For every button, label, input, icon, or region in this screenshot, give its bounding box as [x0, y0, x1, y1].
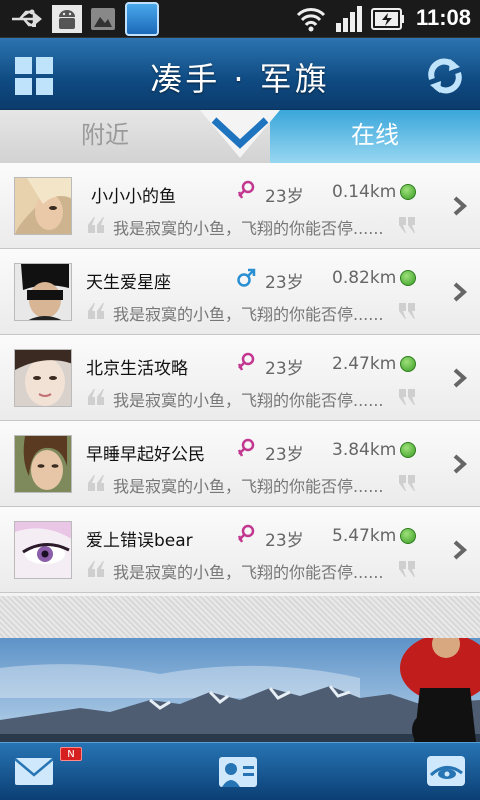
gallery-icon — [91, 8, 115, 30]
user-signature: 我是寂寞的小鱼，飞翔的你能否停...... — [113, 563, 384, 582]
list-item[interactable]: 北京生活攻略 23岁 2.47km 我是寂寞的小鱼，飞翔的你能否停...... — [0, 335, 480, 421]
chevron-right-icon[interactable] — [452, 195, 468, 217]
avatar — [14, 521, 72, 579]
battery-charging-icon — [371, 8, 404, 30]
mail-icon[interactable] — [14, 755, 54, 787]
user-name: 北京生活攻略 — [86, 359, 188, 379]
close-quote-icon — [399, 217, 415, 233]
notification-badge: N — [60, 747, 82, 761]
open-quote-icon — [88, 561, 104, 577]
female-icon — [237, 352, 255, 371]
online-status-icon — [400, 442, 416, 458]
female-icon — [237, 438, 255, 457]
user-age: 23岁 — [265, 359, 304, 379]
avatar — [14, 435, 72, 493]
user-distance: 3.84km — [332, 440, 397, 460]
male-icon — [237, 268, 256, 287]
chevron-right-icon[interactable] — [452, 281, 468, 303]
female-icon — [237, 524, 255, 543]
chevron-right-icon[interactable] — [452, 453, 468, 475]
status-clock: 11:08 — [415, 5, 471, 30]
avatar — [14, 177, 72, 235]
online-status-icon — [400, 528, 416, 544]
user-age: 23岁 — [265, 445, 304, 465]
chevron-right-icon[interactable] — [452, 539, 468, 561]
online-status-icon — [400, 356, 416, 372]
list-footer-divider — [0, 596, 480, 638]
wifi-icon — [296, 8, 326, 32]
ad-banner[interactable] — [0, 638, 480, 742]
tab-nearby[interactable]: 附近 — [0, 110, 210, 164]
user-distance: 2.47km — [332, 354, 397, 374]
user-distance: 0.82km — [332, 268, 397, 288]
app-header: 凑手 · 军旗 — [0, 38, 480, 110]
list-item[interactable]: 早睡早起好公民 23岁 3.84km 我是寂寞的小鱼，飞翔的你能否停...... — [0, 421, 480, 507]
user-signature: 我是寂寞的小鱼，飞翔的你能否停...... — [113, 391, 384, 410]
close-quote-icon — [399, 561, 415, 577]
open-quote-icon — [88, 475, 104, 491]
page-title: 凑手 · 军旗 — [150, 60, 330, 98]
open-quote-icon — [88, 389, 104, 405]
status-bar: 11:08 — [0, 0, 480, 38]
list-item[interactable]: 天生爱星座 23岁 0.82km 我是寂寞的小鱼，飞翔的你能否停...... — [0, 249, 480, 335]
user-name: 小小小的鱼 — [91, 187, 176, 207]
user-signature: 我是寂寞的小鱼，飞翔的你能否停...... — [113, 219, 384, 238]
tab-bar: 附近 在线 — [0, 110, 480, 164]
bottom-toolbar: N — [0, 742, 480, 800]
female-icon — [237, 180, 255, 199]
chevron-right-icon[interactable] — [452, 367, 468, 389]
user-name: 天生爱星座 — [86, 273, 171, 293]
online-status-icon — [400, 184, 416, 200]
list-item[interactable]: 小小小的鱼 23岁 0.14km 我是寂寞的小鱼，飞翔的你能否停...... — [0, 163, 480, 249]
tab-online[interactable]: 在线 — [270, 110, 480, 164]
avatar — [14, 349, 72, 407]
user-name: 早睡早起好公民 — [86, 445, 205, 465]
close-quote-icon — [399, 475, 415, 491]
list-item[interactable]: 爱上错误bear 23岁 5.47km 我是寂寞的小鱼，飞翔的你能否停.....… — [0, 507, 480, 593]
user-list: 小小小的鱼 23岁 0.14km 我是寂寞的小鱼，飞翔的你能否停...... 天… — [0, 163, 480, 596]
refresh-icon[interactable] — [424, 55, 466, 97]
user-signature: 我是寂寞的小鱼，飞翔的你能否停...... — [113, 305, 384, 324]
user-age: 23岁 — [265, 273, 304, 293]
app-notification-icon — [125, 2, 159, 36]
avatar — [14, 263, 72, 321]
signal-icon — [336, 6, 362, 32]
user-age: 23岁 — [265, 531, 304, 551]
open-quote-icon — [88, 217, 104, 233]
eye-icon[interactable] — [426, 755, 466, 787]
android-debug-icon — [52, 5, 82, 33]
user-name: 爱上错误bear — [86, 531, 193, 551]
close-quote-icon — [399, 303, 415, 319]
open-quote-icon — [88, 303, 104, 319]
usb-icon — [12, 9, 42, 27]
chevron-down-icon — [200, 110, 280, 158]
contact-card-icon[interactable] — [218, 755, 258, 789]
online-status-icon — [400, 270, 416, 286]
user-signature: 我是寂寞的小鱼，飞翔的你能否停...... — [113, 477, 384, 496]
user-distance: 0.14km — [332, 182, 397, 202]
user-distance: 5.47km — [332, 526, 397, 546]
close-quote-icon — [399, 389, 415, 405]
user-age: 23岁 — [265, 187, 304, 207]
